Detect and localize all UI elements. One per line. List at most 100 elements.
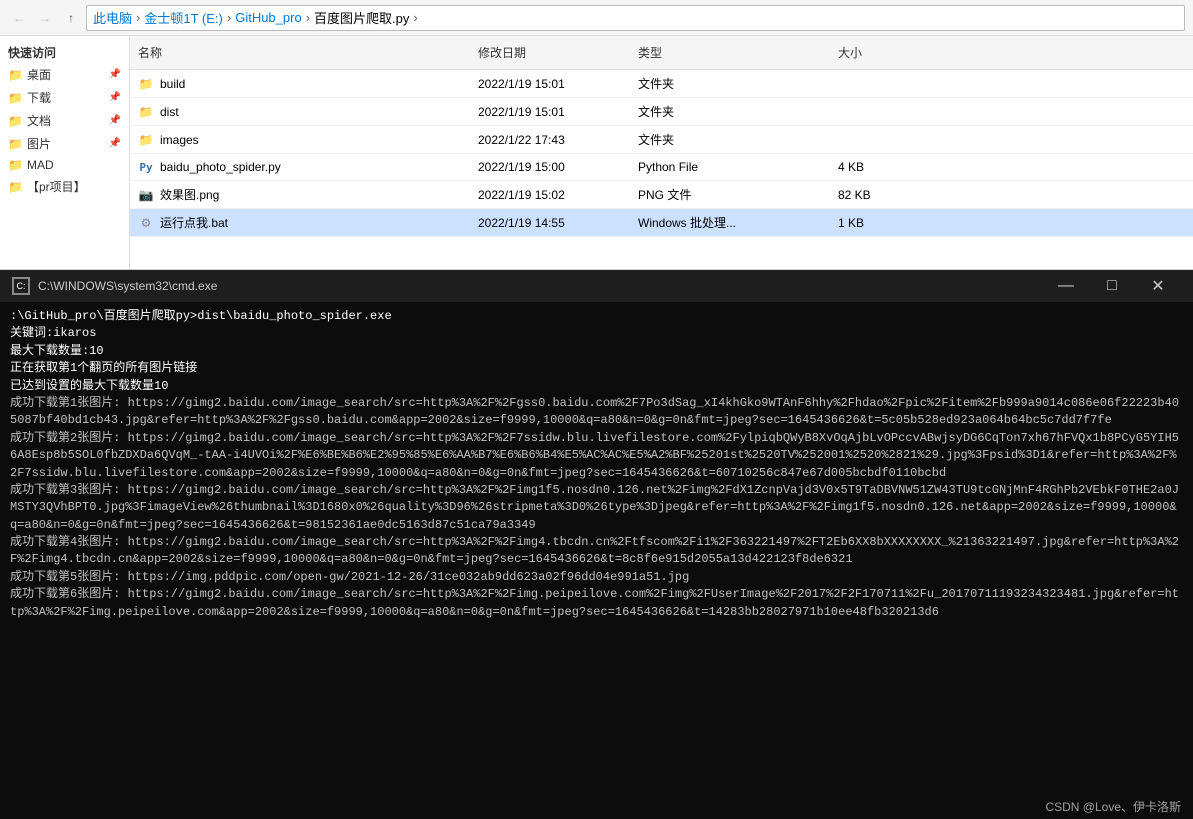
col-header-date[interactable]: 修改日期 <box>470 40 630 65</box>
file-name-cell: ⚙ 运行点我.bat <box>130 209 470 236</box>
cmd-line: 成功下载第3张图片: https://gimg2.baidu.com/image… <box>10 482 1183 534</box>
file-type: PNG 文件 <box>638 186 691 203</box>
maximize-button[interactable]: □ <box>1089 270 1135 302</box>
table-row[interactable]: 📁 dist 2022/1/19 15:01 文件夹 <box>130 98 1193 126</box>
minimize-button[interactable]: — <box>1043 270 1089 302</box>
file-icon: 📁 <box>138 132 154 148</box>
file-name-cell: 📁 build <box>130 70 470 97</box>
file-type: Python File <box>638 160 698 174</box>
col-header-name[interactable]: 名称 <box>130 40 470 65</box>
file-name: baidu_photo_spider.py <box>160 160 281 174</box>
breadcrumb-part-2[interactable]: GitHub_pro <box>235 10 301 25</box>
folder-icon: 📁 <box>8 180 23 194</box>
table-row[interactable]: 📁 build 2022/1/19 15:01 文件夹 <box>130 70 1193 98</box>
file-icon: Py <box>138 159 154 175</box>
cmd-line: 成功下载第5张图片: https://img.pddpic.com/open-g… <box>10 569 1183 586</box>
sidebar-item-documents[interactable]: 📁 文档 📌 <box>0 109 129 132</box>
cmd-line: 已达到设置的最大下载数量10 <box>10 378 1183 395</box>
file-size-cell: 4 KB <box>830 154 910 180</box>
breadcrumb-sep-2: › <box>306 10 310 25</box>
up-button[interactable]: ↑ <box>60 7 82 29</box>
file-type-cell: PNG 文件 <box>630 181 830 208</box>
table-row[interactable]: Py baidu_photo_spider.py 2022/1/19 15:00… <box>130 154 1193 181</box>
cmd-icon: C: <box>12 277 30 295</box>
sidebar-item-pictures[interactable]: 📁 图片 📌 <box>0 132 129 155</box>
col-header-type[interactable]: 类型 <box>630 40 830 65</box>
file-size: 82 KB <box>838 188 871 202</box>
cmd-window-controls: — □ ✕ <box>1043 270 1181 302</box>
table-row[interactable]: 📁 images 2022/1/22 17:43 文件夹 <box>130 126 1193 154</box>
breadcrumb-part-0[interactable]: 此电脑 <box>93 8 132 27</box>
file-date-cell: 2022/1/19 15:00 <box>470 154 630 180</box>
folder-icon: 📁 <box>8 114 23 128</box>
file-size-cell <box>830 98 910 125</box>
explorer-main: 快速访问 📁 桌面 📌 📁 下载 📌 📁 文档 📌 📁 图片 📌 <box>0 36 1193 269</box>
file-date: 2022/1/19 14:55 <box>478 216 565 230</box>
pin-icon: 📌 <box>109 92 121 103</box>
pin-icon: 📌 <box>109 115 121 126</box>
cmd-line: 正在获取第1个翻页的所有图片链接 <box>10 360 1183 377</box>
cmd-content: :\GitHub_pro\百度图片爬取py>dist\baidu_photo_s… <box>10 308 1183 788</box>
sidebar-label-downloads: 下载 <box>27 89 51 106</box>
file-date: 2022/1/19 15:01 <box>478 77 565 91</box>
explorer-toolbar: ← → ↑ 此电脑 › 金士顿1T (E:) › GitHub_pro › 百度… <box>0 0 1193 36</box>
file-size-cell: 1 KB <box>830 209 910 236</box>
forward-button[interactable]: → <box>34 7 56 29</box>
breadcrumb-sep-3: › <box>413 10 417 25</box>
pin-icon: 📌 <box>109 138 121 149</box>
col-header-size[interactable]: 大小 <box>830 40 910 65</box>
file-type: 文件夹 <box>638 131 674 148</box>
file-name-cell: 📁 images <box>130 126 470 153</box>
table-row[interactable]: 📷 效果图.png 2022/1/19 15:02 PNG 文件 82 KB <box>130 181 1193 209</box>
file-type-cell: 文件夹 <box>630 70 830 97</box>
cmd-footer: CSDN @Love、伊卡洛斯 <box>0 794 1193 819</box>
sidebar-heading: 快速访问 <box>0 40 129 63</box>
cmd-body: :\GitHub_pro\百度图片爬取py>dist\baidu_photo_s… <box>0 302 1193 794</box>
file-name: 效果图.png <box>160 186 219 203</box>
file-type: 文件夹 <box>638 75 674 92</box>
breadcrumb[interactable]: 此电脑 › 金士顿1T (E:) › GitHub_pro › 百度图片爬取.p… <box>86 5 1185 31</box>
file-icon: ⚙ <box>138 215 154 231</box>
cmd-line: 成功下载第4张图片: https://gimg2.baidu.com/image… <box>10 534 1183 569</box>
sidebar: 快速访问 📁 桌面 📌 📁 下载 📌 📁 文档 📌 📁 图片 📌 <box>0 36 130 269</box>
pin-icon: 📌 <box>109 69 121 80</box>
file-type: 文件夹 <box>638 103 674 120</box>
sidebar-label-pictures: 图片 <box>27 135 51 152</box>
folder-icon: 📁 <box>8 158 23 172</box>
breadcrumb-sep-1: › <box>227 10 231 25</box>
file-name: build <box>160 77 185 91</box>
cmd-line: :\GitHub_pro\百度图片爬取py>dist\baidu_photo_s… <box>10 308 1183 325</box>
sidebar-item-pr[interactable]: 📁 【pr项目】 <box>0 175 129 198</box>
cmd-line: 成功下载第1张图片: https://gimg2.baidu.com/image… <box>10 395 1183 430</box>
file-size-cell <box>830 70 910 97</box>
table-row[interactable]: ⚙ 运行点我.bat 2022/1/19 14:55 Windows 批处理..… <box>130 209 1193 237</box>
file-name-cell: Py baidu_photo_spider.py <box>130 154 470 180</box>
file-date-cell: 2022/1/22 17:43 <box>470 126 630 153</box>
file-date-cell: 2022/1/19 15:02 <box>470 181 630 208</box>
file-name-cell: 📁 dist <box>130 98 470 125</box>
file-name-cell: 📷 效果图.png <box>130 181 470 208</box>
close-button[interactable]: ✕ <box>1135 270 1181 302</box>
file-date: 2022/1/19 15:02 <box>478 188 565 202</box>
sidebar-label-documents: 文档 <box>27 112 51 129</box>
file-name: dist <box>160 105 179 119</box>
file-type-cell: Python File <box>630 154 830 180</box>
file-type-cell: 文件夹 <box>630 126 830 153</box>
sidebar-label-pr: 【pr项目】 <box>27 178 86 195</box>
file-list-header: 名称 修改日期 类型 大小 <box>130 36 1193 70</box>
sidebar-item-desktop[interactable]: 📁 桌面 📌 <box>0 63 129 86</box>
folder-icon: 📁 <box>8 91 23 105</box>
folder-icon: 📁 <box>8 68 23 82</box>
breadcrumb-part-1[interactable]: 金士顿1T (E:) <box>144 8 223 27</box>
cmd-title-text: C:\WINDOWS\system32\cmd.exe <box>38 279 1035 293</box>
sidebar-item-downloads[interactable]: 📁 下载 📌 <box>0 86 129 109</box>
file-list-area[interactable]: 名称 修改日期 类型 大小 📁 build 2022/1/19 15:01 文件… <box>130 36 1193 269</box>
file-name: images <box>160 133 199 147</box>
file-date-cell: 2022/1/19 14:55 <box>470 209 630 236</box>
folder-icon: 📁 <box>8 137 23 151</box>
back-button[interactable]: ← <box>8 7 30 29</box>
file-rows-container: 📁 build 2022/1/19 15:01 文件夹 📁 dist 2022/… <box>130 70 1193 237</box>
sidebar-item-mad[interactable]: 📁 MAD <box>0 155 129 175</box>
file-date: 2022/1/19 15:00 <box>478 160 565 174</box>
cmd-footer-text: CSDN @Love、伊卡洛斯 <box>1045 800 1181 814</box>
